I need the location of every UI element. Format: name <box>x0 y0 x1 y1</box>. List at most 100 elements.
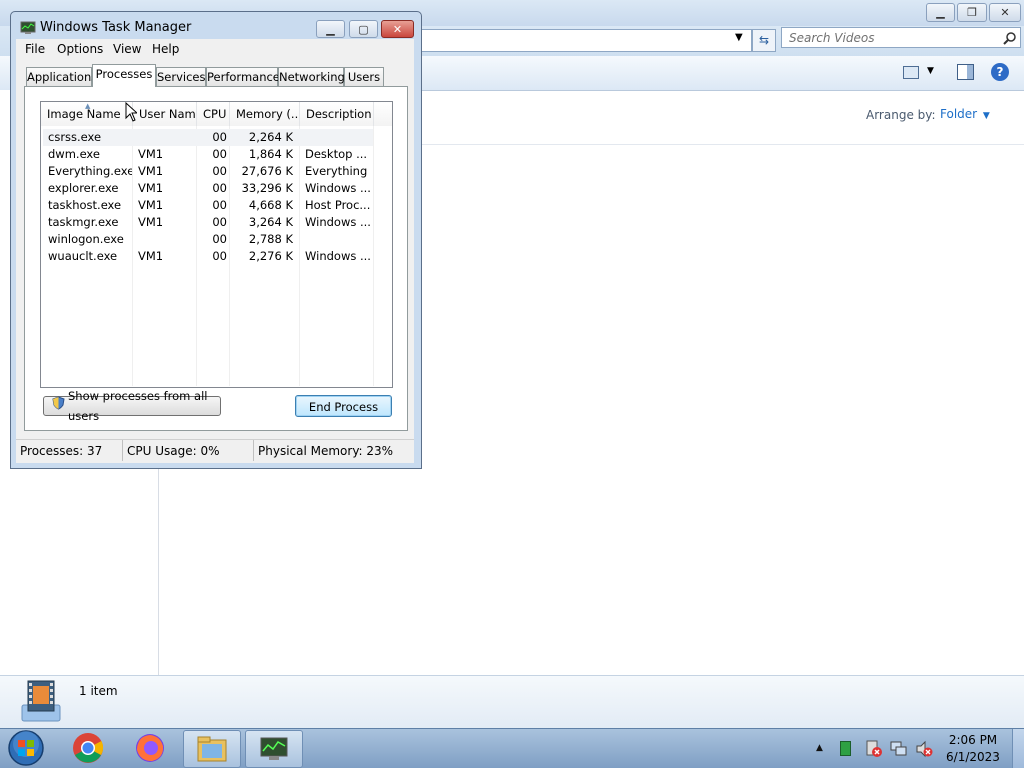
tab-processes[interactable]: Processes <box>92 64 156 87</box>
column-memory[interactable]: Memory (... <box>230 102 300 126</box>
table-row[interactable]: winlogon.exe 00 2,788 K <box>43 231 373 248</box>
tab-users[interactable]: Users <box>344 67 384 86</box>
show-all-users-button[interactable]: Show processes from all users <box>43 389 221 423</box>
network-icon[interactable] <box>890 740 908 761</box>
sort-ascending-icon: ▲ <box>85 102 91 110</box>
cell-name: wuauclt.exe <box>48 249 118 263</box>
tm-maximize-button[interactable]: ▢ <box>349 20 378 38</box>
battery-tray-icon[interactable] <box>840 741 851 756</box>
process-list[interactable]: Image Name ▲ User Name CPU Memory (... D… <box>40 101 393 388</box>
cell-cpu: 00 <box>212 164 227 178</box>
cell-user: VM1 <box>138 198 164 212</box>
cell-description: Windows ... <box>305 181 371 195</box>
minimize-button[interactable]: ▁ <box>926 3 955 22</box>
cell-cpu: 00 <box>212 249 227 263</box>
column-filler <box>374 102 392 126</box>
cell-description <box>305 231 371 248</box>
help-icon[interactable]: ? <box>991 63 1009 81</box>
table-row[interactable]: Everything.exe VM1 00 27,676 K Everything <box>43 163 373 180</box>
cpu-usage-status: CPU Usage: 0% <box>127 444 220 458</box>
cell-memory: 3,264 K <box>248 215 293 229</box>
address-dropdown-icon[interactable]: ▼ <box>735 32 743 43</box>
show-hidden-icons-button[interactable]: ▲ <box>816 743 823 753</box>
show-all-users-label: Show processes from all users <box>68 389 208 423</box>
shield-icon <box>52 396 65 416</box>
cell-user: VM1 <box>138 164 164 178</box>
details-pane <box>0 675 1024 729</box>
column-cpu[interactable]: CPU <box>197 102 230 126</box>
table-row[interactable]: dwm.exe VM1 00 1,864 K Desktop ... <box>43 146 373 163</box>
column-description[interactable]: Description <box>300 102 374 126</box>
table-row[interactable]: taskhost.exe VM1 00 4,668 K Host Proc... <box>43 197 373 214</box>
column-user-name[interactable]: User Name <box>133 102 197 126</box>
cell-memory: 27,676 K <box>241 164 293 178</box>
view-dropdown-icon[interactable]: ▼ <box>927 66 934 76</box>
clock-time[interactable]: 2:06 PM <box>945 733 1001 747</box>
table-row[interactable]: csrss.exe 00 2,264 K <box>43 129 373 146</box>
arrange-by-dropdown[interactable]: Folder ▼ <box>940 107 990 121</box>
volume-muted-icon[interactable] <box>915 740 933 761</box>
window-title: Windows Task Manager <box>40 20 192 35</box>
table-row[interactable]: taskmgr.exe VM1 00 3,264 K Windows ... <box>43 214 373 231</box>
cell-description <box>305 129 371 146</box>
end-process-button[interactable]: End Process <box>295 395 392 417</box>
cell-user: VM1 <box>138 181 164 195</box>
cell-user <box>138 129 194 146</box>
cell-name: winlogon.exe <box>48 232 124 246</box>
cell-name: taskmgr.exe <box>48 215 119 229</box>
chrome-icon[interactable] <box>72 732 104 767</box>
cell-name: explorer.exe <box>48 181 119 195</box>
status-divider <box>253 440 254 461</box>
taskbar-task-manager-button[interactable] <box>245 730 303 768</box>
cell-cpu: 00 <box>212 232 227 246</box>
table-row[interactable]: wuauclt.exe VM1 00 2,276 K Windows ... <box>43 248 373 265</box>
restore-button[interactable]: ❐ <box>957 3 987 22</box>
search-input[interactable]: Search Videos <box>781 27 1021 48</box>
clock-date[interactable]: 6/1/2023 <box>945 750 1001 764</box>
cell-cpu: 00 <box>212 147 227 161</box>
process-count-status: Processes: 37 <box>20 444 103 458</box>
cell-cpu: 00 <box>212 130 227 144</box>
column-divider <box>373 126 374 386</box>
cell-description: Everything <box>305 164 368 178</box>
firefox-icon[interactable] <box>134 732 166 767</box>
cell-cpu: 00 <box>212 215 227 229</box>
cell-description: Desktop ... <box>305 147 368 161</box>
address-bar[interactable] <box>420 29 752 52</box>
show-desktop-button[interactable] <box>1012 729 1024 768</box>
table-row[interactable]: explorer.exe VM1 00 33,296 K Windows ... <box>43 180 373 197</box>
close-button[interactable]: ✕ <box>989 3 1021 22</box>
tm-close-button[interactable]: ✕ <box>381 20 414 38</box>
start-orb-icon[interactable] <box>7 729 45 770</box>
chevron-down-icon: ▼ <box>982 111 990 121</box>
tab-services[interactable]: Services <box>156 67 206 86</box>
cell-memory: 2,276 K <box>248 249 293 263</box>
taskbar-explorer-button[interactable] <box>183 730 241 768</box>
task-manager-icon <box>259 736 289 765</box>
tab-networking[interactable]: Networking <box>278 67 345 86</box>
cell-name: csrss.exe <box>48 130 102 144</box>
search-icon[interactable] <box>1003 31 1017 48</box>
refresh-icon[interactable]: ⇆ <box>752 29 776 52</box>
cell-name: taskhost.exe <box>48 198 122 212</box>
arrange-by-label: Arrange by: <box>866 108 936 122</box>
menu-options[interactable]: Options <box>57 42 103 56</box>
cell-memory: 4,668 K <box>248 198 293 212</box>
tm-minimize-button[interactable]: ▁ <box>316 20 345 38</box>
tab-applications[interactable]: Applications <box>26 67 97 86</box>
task-manager-icon <box>20 21 36 38</box>
arrange-by-value: Folder <box>940 107 978 121</box>
change-view-icon[interactable] <box>903 66 919 79</box>
cell-user: VM1 <box>138 249 164 263</box>
menu-help[interactable]: Help <box>152 42 179 56</box>
action-center-icon[interactable] <box>865 740 883 761</box>
status-divider <box>122 440 123 461</box>
menu-file[interactable]: File <box>25 42 45 56</box>
tab-performance[interactable]: Performance <box>206 67 280 86</box>
video-icon <box>20 679 62 726</box>
cell-memory: 33,296 K <box>241 181 293 195</box>
cell-description: Host Proc... <box>305 198 371 212</box>
menu-view[interactable]: View <box>113 42 141 56</box>
preview-pane-icon[interactable] <box>957 64 974 80</box>
memory-usage-status: Physical Memory: 23% <box>258 444 394 458</box>
